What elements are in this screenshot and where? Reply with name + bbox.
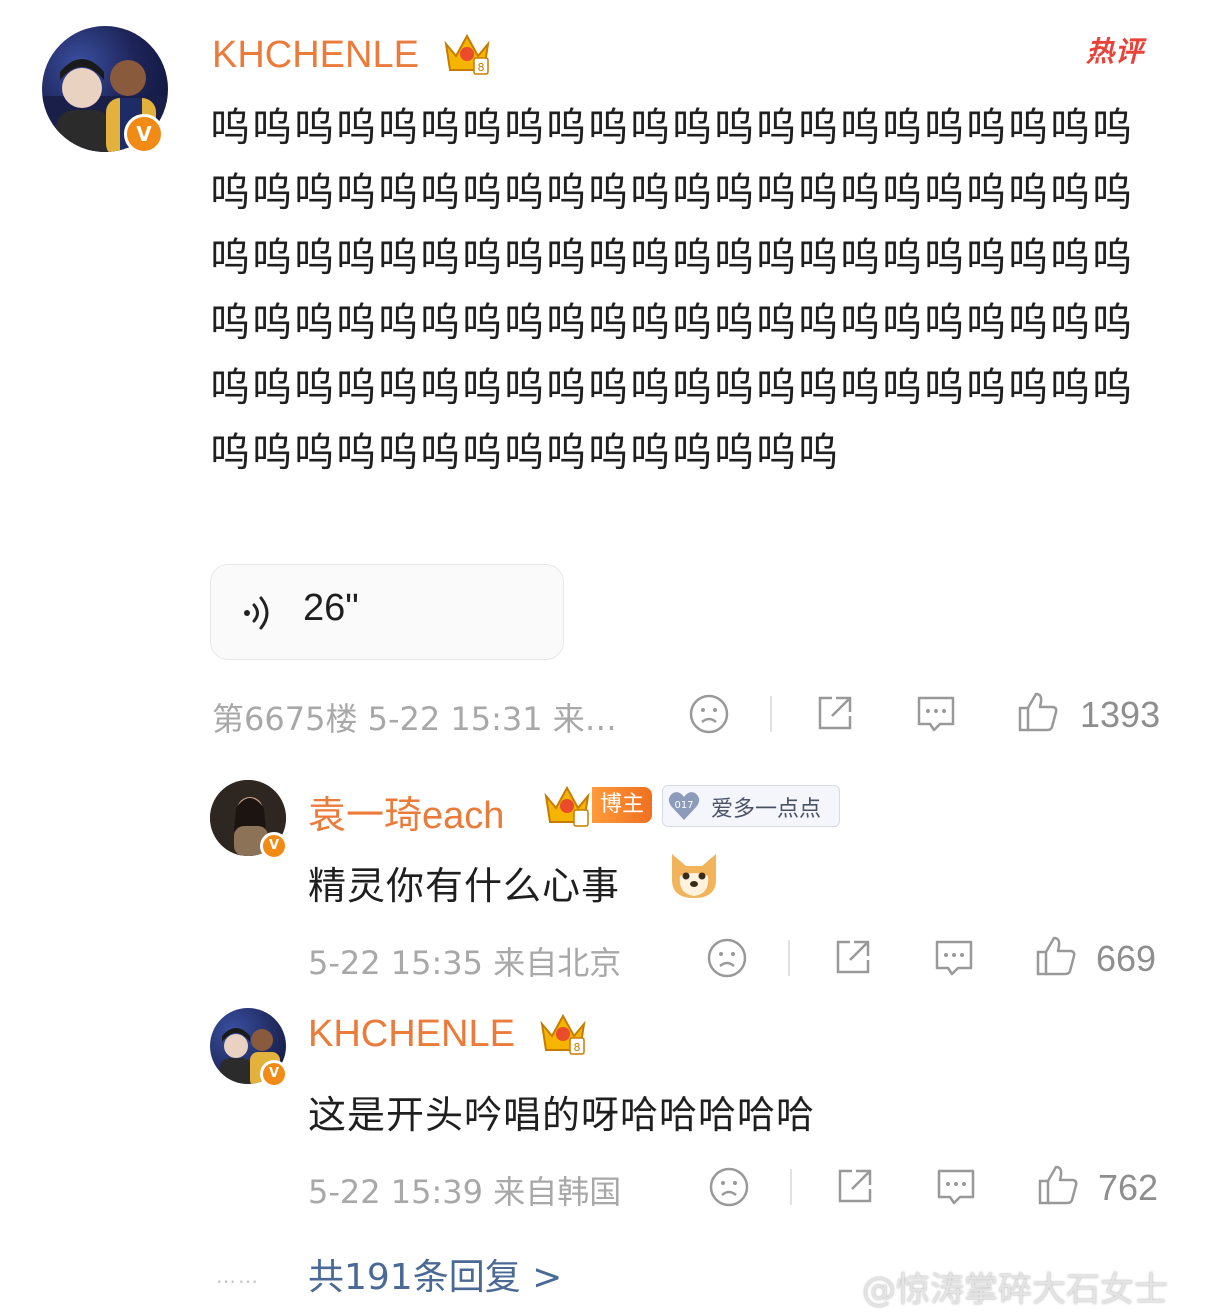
- verified-badge: V: [260, 1060, 288, 1088]
- verified-badge: V: [124, 114, 164, 154]
- fan-level: 017: [674, 800, 693, 811]
- fan-badge-text: 爱多一点点: [711, 797, 822, 822]
- comment-icon[interactable]: [934, 1165, 978, 1209]
- view-more-replies-link[interactable]: 共191条回复 >: [308, 1248, 562, 1300]
- fan-badge[interactable]: 017 爱多一点点: [662, 785, 840, 827]
- sad-face-icon[interactable]: [708, 1166, 750, 1208]
- like-count: 1393: [1080, 694, 1161, 735]
- reply-meta: 5-22 15:39 来自韩国: [308, 1173, 622, 1211]
- reply-username[interactable]: KHCHENLE: [308, 1013, 515, 1056]
- sound-wave-icon: [244, 596, 269, 630]
- voice-message[interactable]: 26": [210, 564, 564, 660]
- svg-text:8: 8: [574, 1041, 581, 1054]
- share-icon[interactable]: [814, 692, 856, 734]
- comment-icon[interactable]: [914, 692, 958, 736]
- crown-badge-icon: [544, 785, 590, 827]
- dog-face-emoji: [672, 854, 716, 898]
- crown-badge-icon: 8: [444, 33, 490, 75]
- like-count: 762: [1098, 1167, 1159, 1208]
- share-icon[interactable]: [832, 936, 874, 978]
- watermark: @惊涛掌碎大石女士: [862, 1270, 1168, 1310]
- comment-username[interactable]: KHCHENLE: [212, 34, 419, 77]
- share-icon[interactable]: [834, 1165, 876, 1207]
- reply-text: 这是开头吟唱的呀哈哈哈哈哈: [308, 1093, 816, 1137]
- crown-badge-icon: 8: [540, 1013, 586, 1055]
- comment-meta: 第6675楼 5-22 15:31 来…: [212, 700, 617, 738]
- reply-text: 精灵你有什么心事: [308, 864, 621, 908]
- comment-icon[interactable]: [932, 936, 976, 980]
- heart-icon: 017: [668, 792, 700, 820]
- sad-face-icon[interactable]: [706, 937, 748, 979]
- thumbs-up-icon[interactable]: [1036, 1163, 1080, 1207]
- like-count: 669: [1096, 938, 1157, 979]
- reply-divider-dots: ……: [216, 1264, 260, 1288]
- verified-badge: V: [260, 832, 288, 860]
- reply-meta: 5-22 15:35 来自北京: [308, 944, 622, 982]
- sad-face-icon[interactable]: [688, 693, 730, 735]
- comment-text: 呜呜呜呜呜呜呜呜呜呜呜呜呜呜呜呜呜呜呜呜呜呜呜呜呜呜呜呜呜呜呜呜呜呜呜呜呜呜呜呜…: [210, 105, 1134, 476]
- svg-text:8: 8: [478, 61, 485, 74]
- voice-duration: 26": [303, 587, 359, 629]
- thumbs-up-icon[interactable]: [1034, 934, 1078, 978]
- thumbs-up-icon[interactable]: [1016, 690, 1060, 734]
- blogger-badge: 博主: [592, 787, 652, 823]
- reply-username[interactable]: 袁一琦each: [308, 784, 504, 839]
- hot-comment-tag: 热评: [1086, 35, 1145, 68]
